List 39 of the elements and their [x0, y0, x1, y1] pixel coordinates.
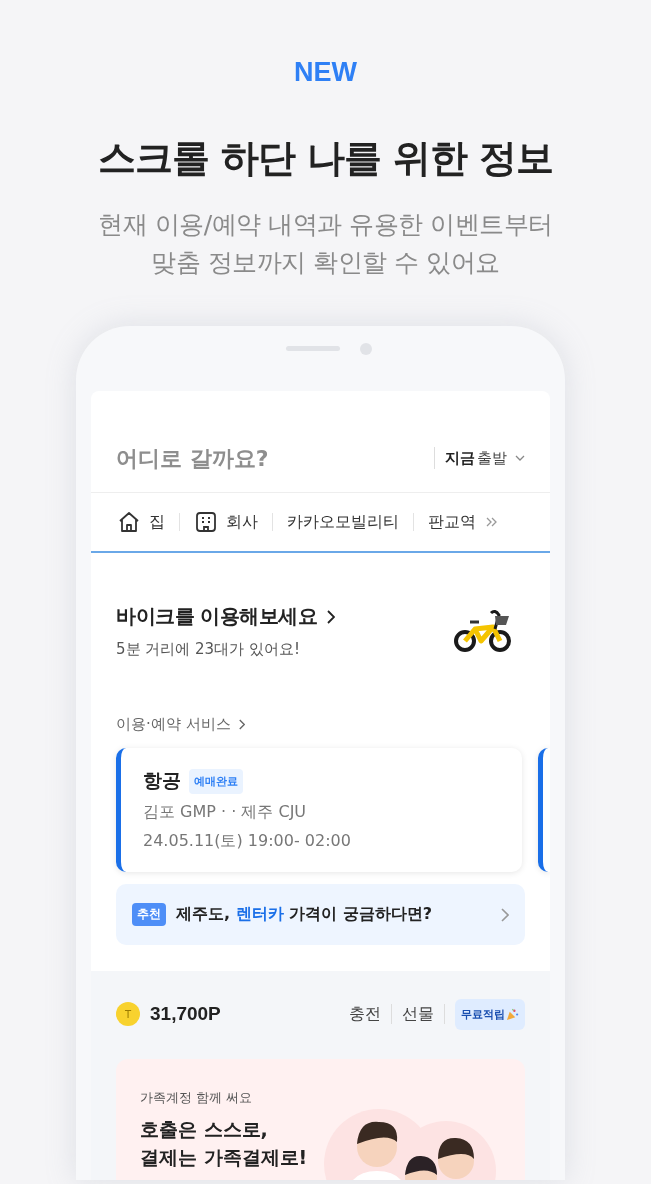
- recommend-tag: 추천: [132, 903, 166, 926]
- subtitle-line: 맞춤 정보까지 확인할 수 있어요: [150, 247, 501, 279]
- shortcut-button[interactable]: 판교역: [428, 511, 476, 533]
- bicycle-icon: [453, 607, 513, 655]
- shortcut-button[interactable]: 회사: [194, 510, 258, 534]
- departure-time-button[interactable]: 지금 출발: [445, 441, 525, 475]
- status-tag: 예매완료: [189, 768, 243, 794]
- party-popper-icon: [506, 1007, 519, 1021]
- recommendation-text: 제주도, 렌터카 가격이 궁금하다면?: [176, 904, 434, 925]
- shortcut-button[interactable]: 카카오모빌리티: [287, 511, 399, 533]
- chevron-right-icon: [327, 609, 336, 624]
- point-action-button[interactable]: 선물: [402, 1003, 434, 1025]
- point-action-button[interactable]: 충전: [349, 1003, 381, 1025]
- banner-headline: 호출은 스스로, 결제는 가족결제로!: [140, 1117, 308, 1170]
- subtitle-line: 현재 이용/예약 내역과 유용한 이벤트부터: [98, 209, 553, 241]
- building-icon: [194, 510, 218, 534]
- reservation-category: 항공: [143, 768, 181, 793]
- chevron-down-icon: [515, 455, 525, 461]
- banner-caption: 가족계정 함께 써요: [140, 1089, 254, 1107]
- services-link[interactable]: 이용·예약 서비스: [116, 715, 245, 734]
- recommendation-banner[interactable]: 추천 제주도, 렌터카 가격이 궁금하다면?: [116, 884, 525, 945]
- flight-route: 김포 GMP · · 제주 CJU: [143, 802, 308, 823]
- home-icon: [117, 510, 141, 534]
- bike-promo-text: 5분 거리에 23대가 있어요!: [116, 640, 301, 659]
- free-points-button[interactable]: 무료적립: [455, 998, 525, 1030]
- search-field[interactable]: 어디로 갈까요?: [116, 441, 434, 475]
- shortcut-button[interactable]: 집: [117, 510, 165, 534]
- coin-icon: T: [116, 1002, 140, 1026]
- next-card[interactable]: [538, 748, 550, 872]
- family-banner[interactable]: 가족계정 함께 써요 호출은 스스로, 결제는 가족결제로!: [116, 1059, 525, 1180]
- headline: 스크롤 하단 나를 위한 정보: [97, 135, 554, 182]
- more-icon[interactable]: [486, 517, 498, 527]
- flight-time: 24.05.11(토) 19:00- 02:00: [143, 831, 352, 852]
- new-label: NEW: [294, 56, 357, 88]
- chevron-right-icon: [238, 719, 245, 730]
- bike-promo-link[interactable]: 바이크를 이용해보세요: [116, 603, 336, 630]
- point-balance: 31,700P: [150, 1003, 222, 1025]
- chevron-right-icon: [501, 907, 509, 922]
- reservation-card[interactable]: 항공 예매완료 김포 GMP · · 제주 CJU 24.05.11(토) 19:00- 02:00: [116, 748, 522, 872]
